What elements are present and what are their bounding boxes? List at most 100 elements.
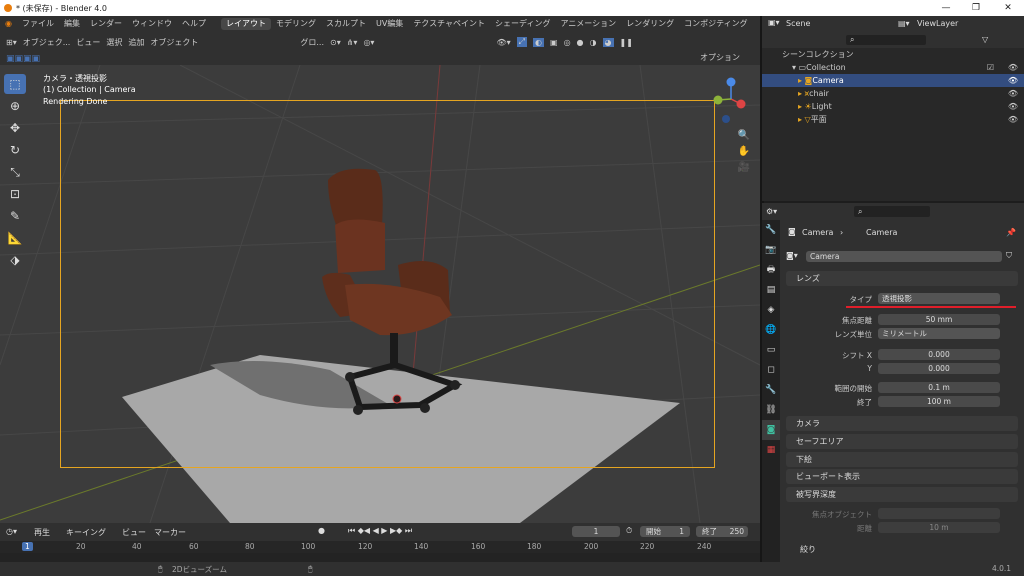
menu-object[interactable]: オブジェクト — [150, 37, 198, 48]
visibility-eye-icon[interactable]: 👁 — [1008, 115, 1018, 124]
focus-object-field[interactable] — [878, 508, 1000, 519]
menu-file[interactable]: ファイル — [17, 18, 59, 29]
playback-menu[interactable]: 再生 — [34, 527, 50, 538]
shading-solid-icon[interactable]: ● — [577, 38, 584, 47]
snap-icon[interactable]: ⋔▾ — [347, 38, 358, 47]
output-tab-icon[interactable]: 🖶 — [762, 260, 780, 280]
tab-texture-paint[interactable]: テクスチャペイント — [408, 18, 490, 30]
outliner-item-camera[interactable]: ▸ ◙ Camera 👁 — [762, 74, 1024, 87]
view-layer-icon[interactable]: ▤▾ — [898, 19, 910, 28]
modifier-tab-icon[interactable]: 🔧 — [762, 380, 780, 400]
menu-view[interactable]: ビュー — [76, 37, 100, 48]
shading-rendered-icon[interactable]: ◕ — [602, 37, 614, 47]
playback-controls-icon[interactable]: ⏮ ◆◀ ◀ ▶ ▶◆ ⏭ — [348, 526, 412, 536]
focal-length-field[interactable]: 50 mm — [878, 314, 1000, 325]
timeline-track-area[interactable] — [0, 553, 760, 562]
scene-tab-icon[interactable]: ◈ — [762, 300, 780, 320]
marker-menu[interactable]: マーカー — [154, 527, 186, 538]
distance-field[interactable]: 10 m — [878, 522, 1000, 533]
camera-panel-header[interactable]: カメラ — [786, 416, 1018, 431]
view-layer-tab-icon[interactable]: ▤ — [762, 280, 780, 300]
visibility-eye-icon[interactable]: 👁 — [1008, 102, 1018, 111]
shading-wireframe-icon[interactable]: ◎ — [564, 38, 571, 47]
background-images-panel-header[interactable]: 下絵 — [786, 452, 1018, 467]
outliner-search-input[interactable] — [846, 35, 926, 45]
visibility-eye-icon[interactable]: 👁 — [1008, 89, 1018, 98]
overlay-icon[interactable]: ◐ — [533, 37, 544, 47]
cursor-tool-icon[interactable]: ⊕ — [4, 96, 26, 116]
transform-tool-icon[interactable]: ⊡ — [4, 184, 26, 204]
blender-menu-icon[interactable]: ◉ — [0, 19, 17, 28]
shift-y-field[interactable]: 0.000 — [878, 363, 1000, 374]
outliner-item-light[interactable]: ▸ ☀ Light 👁 — [762, 100, 1024, 113]
aperture-subpanel[interactable]: 絞り — [800, 544, 816, 555]
tab-modeling[interactable]: モデリング — [271, 18, 321, 30]
lens-type-select[interactable]: 透視投影 — [878, 293, 1000, 304]
gizmo-icon[interactable]: ⤢ — [516, 37, 528, 47]
proportional-edit-icon[interactable]: ◎▾ — [363, 38, 374, 47]
maximize-button[interactable]: ❐ — [962, 0, 990, 16]
menu-window[interactable]: ウィンドウ — [127, 18, 177, 29]
frame-ruler[interactable]: 1 20 40 60 80 100 120 140 160 180 200 220 240 — [0, 541, 760, 553]
scale-tool-icon[interactable]: ⤡ — [4, 162, 26, 182]
clock-icon[interactable]: ⏱ — [626, 526, 632, 536]
annotate-tool-icon[interactable]: ✎ — [4, 206, 26, 226]
timeline-editor-icon[interactable]: ◷▾ — [6, 527, 17, 536]
properties-search-input[interactable] — [854, 206, 930, 217]
camera-view-icon[interactable]: 🎥 — [736, 160, 752, 176]
menu-add[interactable]: 追加 — [128, 37, 144, 48]
visibility-eye-icon[interactable]: 👁 — [1008, 63, 1018, 72]
editor-type-icon[interactable]: ⊞▾ — [6, 38, 17, 47]
rotate-tool-icon[interactable]: ↻ — [4, 140, 26, 160]
menu-render[interactable]: レンダー — [85, 18, 127, 29]
select-mode-icons[interactable]: ▣▣▣▣ — [6, 54, 40, 64]
menu-edit[interactable]: 編集 — [59, 18, 85, 29]
viewport-display-panel-header[interactable]: ビューポート表示 — [786, 469, 1018, 484]
filter-icon[interactable]: ▽ — [982, 35, 988, 44]
shading-material-icon[interactable]: ◑ — [590, 38, 597, 47]
tab-shading[interactable]: シェーディング — [490, 18, 555, 30]
tab-uv[interactable]: UV編集 — [371, 18, 408, 30]
outliner-root[interactable]: シーンコレクション — [762, 48, 1024, 61]
scene-name[interactable]: Scene — [786, 19, 810, 28]
end-frame-field[interactable]: 終了 250 — [696, 526, 748, 537]
camera-data-name-field[interactable]: Camera — [806, 251, 1002, 262]
view-menu[interactable]: ビュー — [122, 527, 146, 538]
tab-sculpt[interactable]: スカルプト — [321, 18, 371, 30]
fake-user-shield-icon[interactable]: ⛉ — [1006, 251, 1012, 261]
select-tool-icon[interactable]: ⬚ — [4, 74, 26, 94]
navigation-gizmo[interactable] — [706, 74, 756, 124]
lens-unit-select[interactable]: ミリメートル — [878, 328, 1000, 339]
scene-icon[interactable]: ▣▾ — [768, 18, 780, 27]
collection-tab-icon[interactable]: ▭ — [762, 340, 780, 360]
zoom-icon[interactable]: 🔍 — [736, 128, 752, 144]
tab-rendering[interactable]: レンダリング — [621, 18, 679, 30]
move-tool-icon[interactable]: ✥ — [4, 118, 26, 138]
clip-end-field[interactable]: 100 m — [878, 396, 1000, 407]
pin-icon[interactable]: 📌 — [1006, 228, 1016, 237]
object-tab-icon[interactable]: ◻ — [762, 360, 780, 380]
add-cube-tool-icon[interactable]: ⬗ — [4, 250, 26, 270]
world-tab-icon[interactable]: 🌐 — [762, 320, 780, 340]
depth-of-field-panel-header[interactable]: 被写界深度 — [786, 487, 1018, 502]
visibility-eye-icon[interactable]: 👁 — [1008, 76, 1018, 85]
keying-menu[interactable]: キーイング — [66, 527, 106, 538]
collection-checkbox-icon[interactable]: ☑ — [987, 63, 994, 72]
xray-icon[interactable]: ▣ — [550, 38, 558, 47]
menu-help[interactable]: ヘルプ — [177, 18, 211, 29]
safe-areas-panel-header[interactable]: セーフエリア — [786, 434, 1018, 449]
pause-icon[interactable]: ❚❚ — [620, 38, 633, 47]
outliner-collection[interactable]: ▾ ▭ Collection ☑ 👁 — [762, 61, 1024, 74]
visibility-icon[interactable]: 👁▾ — [496, 38, 510, 47]
outliner-item-chair[interactable]: ▸ ⩙ chair 👁 — [762, 87, 1024, 100]
properties-editor-type-icon[interactable]: ⚙▾ — [766, 207, 777, 216]
start-frame-field[interactable]: 開始 1 — [640, 526, 690, 537]
clip-start-field[interactable]: 0.1 m — [878, 382, 1000, 393]
render-tab-icon[interactable]: 📷 — [762, 240, 780, 260]
texture-tab-icon[interactable]: ▦ — [762, 440, 780, 460]
current-frame-field[interactable]: 1 — [572, 526, 620, 537]
close-button[interactable]: ✕ — [994, 0, 1022, 16]
pivot-icon[interactable]: ⊙▾ — [330, 38, 341, 47]
minimize-button[interactable]: — — [932, 0, 960, 16]
shift-x-field[interactable]: 0.000 — [878, 349, 1000, 360]
